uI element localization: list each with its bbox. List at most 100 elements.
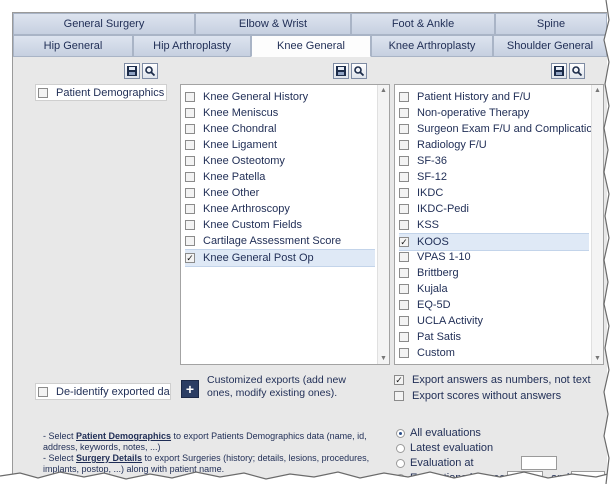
list-item[interactable]: ✓ Knee General Post Op <box>185 249 375 267</box>
checkbox[interactable] <box>399 220 409 230</box>
list-item[interactable]: Knee Osteotomy <box>185 153 375 169</box>
tab-foot-ankle[interactable]: Foot & Ankle <box>351 13 495 35</box>
list-item[interactable]: KSS <box>399 217 589 233</box>
list-item[interactable]: Non-operative Therapy <box>399 105 589 121</box>
deidentify-option[interactable]: De-identify exported data <box>38 384 170 399</box>
list-item[interactable]: Knee General History <box>185 89 375 105</box>
list-item[interactable]: Knee Other <box>185 185 375 201</box>
checkbox[interactable] <box>185 172 195 182</box>
item-label: Knee General History <box>203 91 309 103</box>
radio-all-evaluations[interactable]: All evaluations <box>396 427 481 439</box>
list-item[interactable]: Knee Arthroscopy <box>185 201 375 217</box>
radio-latest-evaluation[interactable]: Latest evaluation <box>396 442 493 454</box>
list-item[interactable]: Cartilage Assessment Score <box>185 233 375 249</box>
list-item[interactable]: Knee Ligament <box>185 137 375 153</box>
save-button-right[interactable] <box>551 63 567 79</box>
checkbox[interactable] <box>399 204 409 214</box>
tab-knee-general[interactable]: Knee General <box>251 35 371 57</box>
tab-general-surgery[interactable]: General Surgery <box>13 13 195 35</box>
radio-label: All evaluations <box>410 427 481 439</box>
save-button-middle[interactable] <box>333 63 349 79</box>
help-text-line: - Select <box>43 453 77 463</box>
tab-knee-arthroplasty[interactable]: Knee Arthroplasty <box>371 35 493 57</box>
checkbox[interactable] <box>185 236 195 246</box>
surgery-details-link[interactable]: Surgery Details <box>76 453 142 463</box>
search-button-right[interactable] <box>569 63 585 79</box>
list-item[interactable]: UCLA Activity <box>399 313 589 329</box>
save-button-left[interactable] <box>124 63 140 79</box>
checkbox[interactable] <box>185 140 195 150</box>
tab-hip-arthroplasty[interactable]: Hip Arthroplasty <box>133 35 251 57</box>
tab-shoulder-general[interactable]: Shoulder General <box>493 35 607 57</box>
list-item[interactable]: Radiology F/U <box>399 137 589 153</box>
item-label: Knee Patella <box>203 171 266 183</box>
export-scores-option[interactable]: Export scores without answers <box>394 390 561 402</box>
radio-button[interactable] <box>396 458 405 468</box>
checkbox[interactable] <box>399 108 409 118</box>
checkbox[interactable] <box>399 300 409 310</box>
list-item[interactable]: VPAS 1-10 <box>399 249 589 265</box>
list-item[interactable]: Knee Chondral <box>185 121 375 137</box>
tab-spine[interactable]: Spine <box>495 13 607 35</box>
list-item[interactable]: Knee Meniscus <box>185 105 375 121</box>
list-item[interactable]: Knee Custom Fields <box>185 217 375 233</box>
search-button-left[interactable] <box>142 63 158 79</box>
evaluation-at-field[interactable] <box>521 456 557 470</box>
checkbox[interactable] <box>399 316 409 326</box>
save-icon <box>554 66 564 76</box>
radio-evaluation-at[interactable]: Evaluation at <box>396 457 474 469</box>
list-item-patient-demographics[interactable]: Patient Demographics <box>38 85 164 100</box>
checkbox[interactable] <box>399 172 409 182</box>
scrollbar[interactable]: ▲ ▼ <box>377 85 389 364</box>
tab-hip-general[interactable]: Hip General <box>13 35 133 57</box>
patient-demographics-link[interactable]: Patient Demographics <box>76 431 171 441</box>
list-item[interactable]: Surgeon Exam F/U and Complications <box>399 121 603 137</box>
list-item[interactable]: Custom <box>399 345 589 361</box>
checkbox[interactable] <box>38 387 48 397</box>
radio-button[interactable] <box>396 428 405 438</box>
checkbox[interactable] <box>394 391 404 401</box>
checkbox[interactable] <box>399 284 409 294</box>
checkbox[interactable] <box>185 204 195 214</box>
list-item[interactable]: Knee Patella <box>185 169 375 185</box>
list-item[interactable]: Patient History and F/U <box>399 89 589 105</box>
checkbox[interactable] <box>185 156 195 166</box>
checkbox[interactable] <box>38 88 48 98</box>
checkbox[interactable] <box>399 124 409 134</box>
custom-exports-line2: ones, modify existing ones). <box>207 387 338 399</box>
checkbox[interactable] <box>185 92 195 102</box>
checkbox[interactable]: ✓ <box>394 375 404 385</box>
checkbox[interactable] <box>399 140 409 150</box>
checkbox[interactable] <box>185 124 195 134</box>
list-item[interactable]: Pat Satis <box>399 329 589 345</box>
checkbox[interactable] <box>185 108 195 118</box>
tab-elbow-wrist[interactable]: Elbow & Wrist <box>195 13 351 35</box>
list-item[interactable]: IKDC <box>399 185 589 201</box>
list-item[interactable]: IKDC-Pedi <box>399 201 589 217</box>
checkbox[interactable] <box>399 188 409 198</box>
list-item[interactable]: Kujala <box>399 281 589 297</box>
add-custom-export-button[interactable]: + <box>181 380 199 398</box>
export-numbers-option[interactable]: ✓ Export answers as numbers, not text <box>394 374 591 386</box>
radio-button[interactable] <box>396 443 405 453</box>
search-icon <box>145 66 155 76</box>
checkbox[interactable] <box>399 332 409 342</box>
checkbox[interactable] <box>399 252 409 262</box>
checkbox[interactable]: ✓ <box>185 253 195 263</box>
checkbox[interactable] <box>399 348 409 358</box>
checkbox[interactable] <box>399 156 409 166</box>
checkbox[interactable] <box>399 268 409 278</box>
list-item[interactable]: SF-36 <box>399 153 589 169</box>
checkbox[interactable] <box>399 92 409 102</box>
item-label: SF-12 <box>417 171 447 183</box>
item-label: EQ-5D <box>417 299 451 311</box>
checkbox[interactable] <box>185 220 195 230</box>
checkbox[interactable]: ✓ <box>399 237 409 247</box>
list-item[interactable]: EQ-5D <box>399 297 589 313</box>
list-item[interactable]: Brittberg <box>399 265 589 281</box>
checkbox[interactable] <box>185 188 195 198</box>
export-dialog: General Surgery Elbow & Wrist Foot & Ank… <box>12 12 607 483</box>
search-button-middle[interactable] <box>351 63 367 79</box>
list-item[interactable]: SF-12 <box>399 169 589 185</box>
item-label: Knee Osteotomy <box>203 155 285 167</box>
